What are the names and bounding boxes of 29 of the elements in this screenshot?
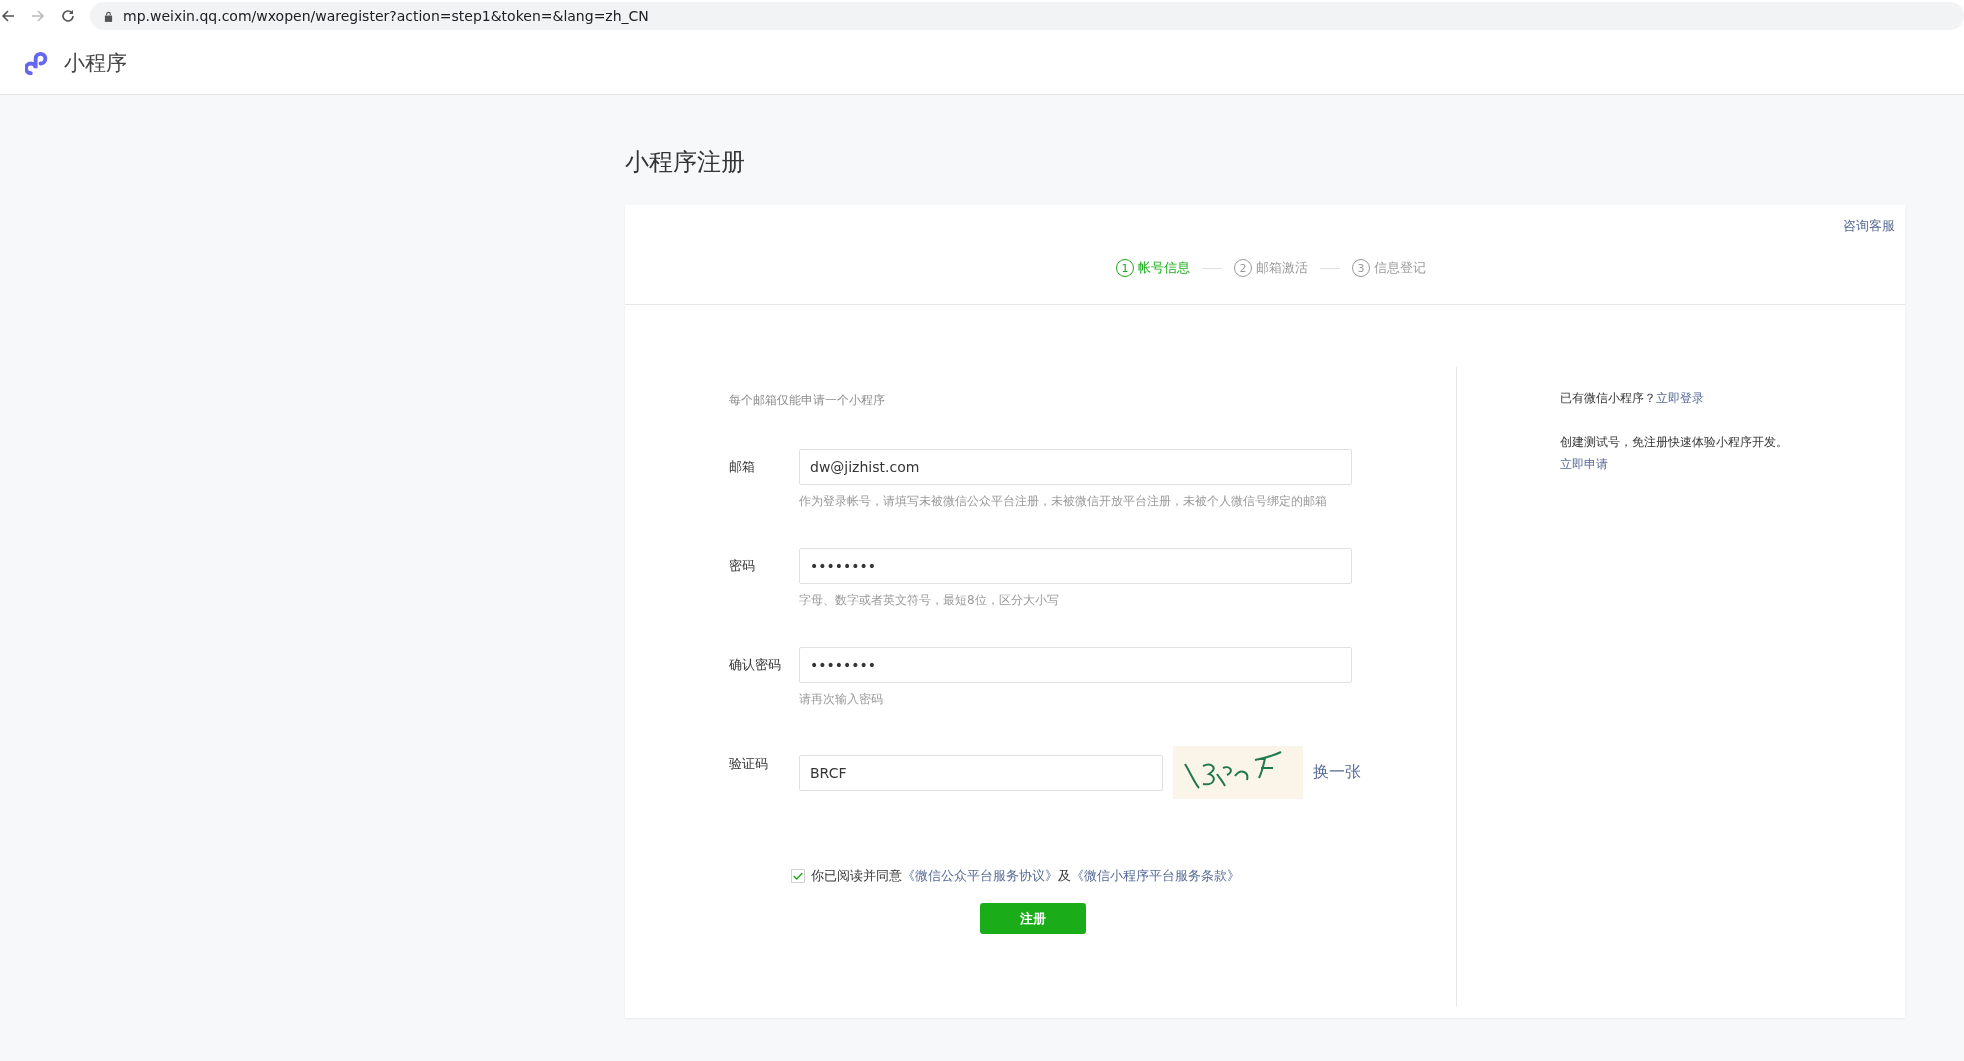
refresh-captcha-link[interactable]: 换一张 xyxy=(1313,762,1361,783)
reload-icon[interactable] xyxy=(60,8,76,24)
notice-text: 每个邮箱仅能申请一个小程序 xyxy=(729,392,886,409)
field-label: 邮箱 xyxy=(729,458,756,476)
field-label: 密码 xyxy=(729,557,756,575)
agreement-text: 你已阅读并同意《微信公众平台服务协议》及《微信小程序平台服务条款》 xyxy=(811,867,1240,885)
service-terms-link[interactable]: 《微信小程序平台服务条款》 xyxy=(1071,868,1240,883)
input-field[interactable]: •••••••• xyxy=(799,647,1352,683)
hint-text: 请再次输入密码 xyxy=(799,691,884,708)
captcha-field[interactable]: BRCF xyxy=(799,754,1163,791)
service-agreement-link[interactable]: 《微信公众平台服务协议》 xyxy=(902,868,1058,883)
input-field[interactable]: dw@jizhist.com xyxy=(799,449,1352,485)
apply-link[interactable]: 立即申请 xyxy=(1560,457,1608,471)
consult-link[interactable]: 咨询客服 xyxy=(1843,217,1895,235)
login-link[interactable]: 立即登录 xyxy=(1656,391,1704,405)
input-field[interactable]: •••••••• xyxy=(799,548,1352,584)
login-prompt-text: 已有微信小程序？立即登录 xyxy=(1560,390,1705,407)
lock-icon xyxy=(104,10,113,22)
url-text: mp.weixin.qq.com/wxopen/waregister?action=step1&token=&lang=zh_CN xyxy=(123,8,649,24)
page-title: 小程序注册 xyxy=(625,147,746,178)
field-label: 验证码 xyxy=(729,755,769,773)
test-account-text: 创建测试号，免注册快速体验小程序开发。 立即申请 xyxy=(1560,434,1789,473)
address-bar[interactable]: mp.weixin.qq.com/wxopen/waregister?action=step1&token=&lang=zh_CN xyxy=(90,2,1964,30)
field-label: 确认密码 xyxy=(729,656,782,674)
product-name: 小程序 xyxy=(64,50,127,77)
hint-text: 字母、数字或者英文符号，最短8位，区分大小写 xyxy=(799,592,1060,609)
agreement-checkbox[interactable] xyxy=(791,869,805,883)
hint-text: 作为登录帐号，请填写未被微信公众平台注册，未被微信开放平台注册，未被个人微信号绑定的邮箱 xyxy=(799,493,1328,510)
back-icon[interactable] xyxy=(0,8,16,24)
